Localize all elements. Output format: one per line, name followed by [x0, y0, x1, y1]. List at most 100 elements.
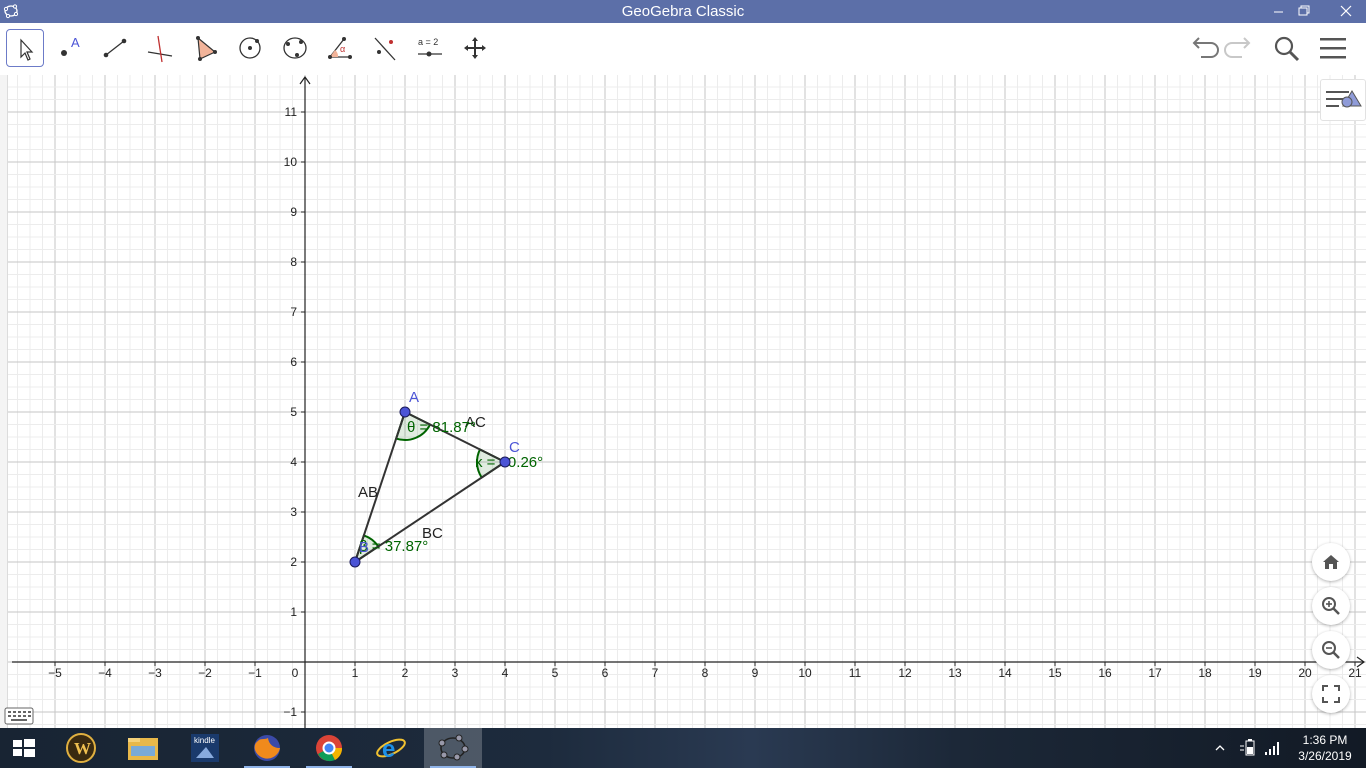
angle-label-B: β = 37.87°: [359, 538, 428, 555]
x-tick-label: 6: [602, 666, 609, 680]
segment-label-AB: AB: [358, 484, 378, 501]
y-tick-label: 1: [290, 605, 297, 619]
circle-icon: [239, 37, 261, 59]
x-tick-label: 9: [752, 666, 759, 680]
style-bar-toggle[interactable]: [1320, 79, 1366, 121]
point-C[interactable]: [499, 456, 511, 468]
angle-tool-label: α: [340, 44, 345, 54]
title-bar: GeoGebra Classic: [0, 0, 1366, 23]
clock-time: 1:36 PM: [1302, 733, 1348, 747]
angle-icon: α: [328, 37, 352, 59]
move-arrows-icon: [464, 37, 486, 59]
y-tick-label: 7: [290, 305, 297, 319]
system-clock[interactable]: 1:36 PM 3/26/2019: [1290, 732, 1360, 764]
line-tool[interactable]: [96, 29, 134, 67]
algebra-view-edge[interactable]: [0, 75, 8, 728]
reflect-icon: [374, 37, 396, 61]
y-tick-label: −1: [283, 705, 297, 719]
battery-icon[interactable]: [1238, 738, 1258, 758]
keyboard-icon: [4, 707, 34, 725]
close-button[interactable]: [1326, 0, 1366, 23]
x-tick-label: 1: [352, 666, 359, 680]
point-label-C: C: [509, 439, 520, 456]
x-tick-label: −5: [48, 666, 62, 680]
x-tick-label: 2: [402, 666, 409, 680]
search-icon: [1274, 36, 1300, 62]
window-title: GeoGebra Classic: [621, 3, 745, 20]
taskbar-file-explorer[interactable]: [114, 728, 172, 768]
conic-tool[interactable]: [276, 29, 314, 67]
slider-tool[interactable]: a = 2: [411, 29, 449, 67]
polygon-tool[interactable]: [186, 29, 224, 67]
move-tool[interactable]: [6, 29, 44, 67]
style-bar-icon: [1326, 90, 1362, 108]
pointer-icon: [20, 38, 34, 61]
perpendicular-icon: [147, 35, 173, 63]
fullscreen-button[interactable]: [1312, 675, 1350, 713]
construction[interactable]: ABACBCθ = 81.87°β = 37.87°κ = 60.26°ABC: [349, 389, 543, 568]
grid: [8, 75, 1366, 728]
svg-text:W: W: [74, 739, 91, 758]
undo-icon: [1192, 37, 1219, 58]
y-tick-label: 3: [290, 505, 297, 519]
polygon-icon: [196, 36, 217, 61]
x-tick-label: −2: [198, 666, 212, 680]
show-hidden-icons-icon[interactable]: [1214, 742, 1226, 754]
reflect-tool[interactable]: [366, 29, 404, 67]
world-of-warcraft-icon: W: [66, 733, 96, 763]
x-tick-label: 8: [702, 666, 709, 680]
move-graphics-tool[interactable]: [456, 29, 494, 67]
angle-label-A: θ = 81.87°: [407, 419, 476, 436]
x-tick-label: 10: [798, 666, 812, 680]
y-tick-label: 6: [290, 355, 297, 369]
internet-explorer-icon: e: [376, 736, 406, 763]
point-A[interactable]: [399, 406, 411, 418]
x-tick-label: −1: [248, 666, 262, 680]
fullscreen-icon: [1322, 685, 1340, 703]
taskbar-wow[interactable]: W: [52, 728, 110, 768]
network-signal-icon[interactable]: [1262, 738, 1282, 758]
kindle-icon: kindle: [191, 734, 219, 762]
graphics-view[interactable]: −5 −4 −3 −2 −1 0 1 2 3 4 5 6 7 8 9 10 11 12 13 14 15 16 17 18 19…: [0, 75, 1366, 728]
point-B[interactable]: [349, 556, 361, 568]
slider-icon: a = 2: [418, 37, 442, 57]
zoom-in-icon: [1322, 597, 1340, 615]
taskbar-kindle[interactable]: kindle: [176, 728, 234, 768]
taskbar-internet-explorer[interactable]: e: [362, 728, 420, 768]
zoom-out-button[interactable]: [1312, 631, 1350, 669]
point-tool[interactable]: A: [51, 29, 89, 67]
search-button[interactable]: [1268, 33, 1304, 63]
firefox-icon: [254, 735, 280, 761]
conic-icon: [283, 37, 307, 59]
circle-tool[interactable]: [231, 29, 269, 67]
home-icon: [1323, 555, 1339, 569]
geogebra-icon: [438, 734, 469, 761]
perpendicular-line-tool[interactable]: [141, 29, 179, 67]
standard-view-button[interactable]: [1312, 543, 1350, 581]
start-button[interactable]: [0, 728, 48, 768]
virtual-keyboard-button[interactable]: [4, 707, 34, 725]
taskbar-geogebra[interactable]: [424, 728, 482, 768]
zoom-in-button[interactable]: [1312, 587, 1350, 625]
point-label-B: B: [359, 539, 369, 556]
redo-button[interactable]: [1222, 33, 1258, 63]
x-tick-label: 21: [1348, 666, 1362, 680]
y-tick-label: 10: [284, 155, 298, 169]
x-tick-label: 12: [898, 666, 912, 680]
kindle-label: kindle: [194, 736, 215, 745]
undo-button[interactable]: [1185, 33, 1221, 63]
coordinate-plane[interactable]: −5 −4 −3 −2 −1 0 1 2 3 4 5 6 7 8 9 10 11 12 13 14 15 16 17 18 19…: [0, 75, 1366, 728]
y-tick-label: 4: [290, 455, 297, 469]
minimize-button[interactable]: [1265, 0, 1293, 23]
restore-button[interactable]: [1290, 0, 1318, 23]
x-tick-label: 19: [1248, 666, 1262, 680]
x-tick-label: 4: [502, 666, 509, 680]
windows-start-icon: [13, 739, 35, 757]
taskbar-firefox[interactable]: [238, 728, 296, 768]
toolbar: A α a = 2: [0, 23, 1366, 75]
main-menu-button[interactable]: [1316, 33, 1352, 63]
angle-tool[interactable]: α: [321, 29, 359, 67]
menu-icon: [1320, 38, 1346, 59]
taskbar-chrome[interactable]: [300, 728, 358, 768]
x-tick-label: 15: [1048, 666, 1062, 680]
